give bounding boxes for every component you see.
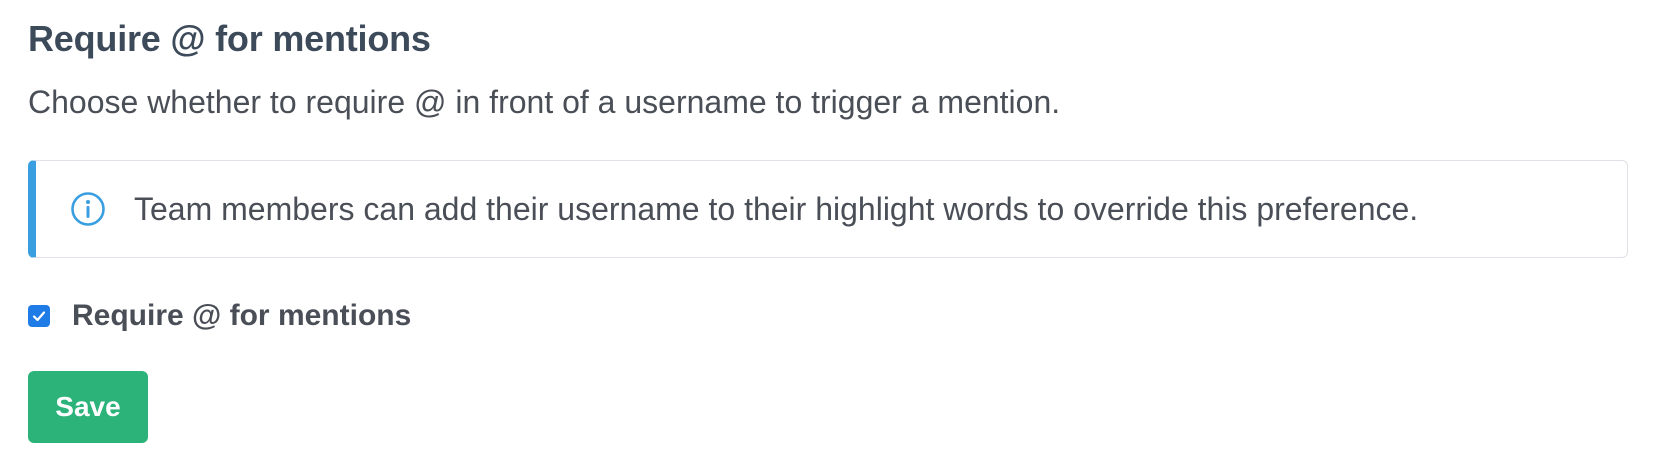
info-banner: Team members can add their username to t… <box>28 160 1628 258</box>
info-circle-icon <box>70 191 106 227</box>
checkmark-icon <box>32 311 46 322</box>
require-at-option[interactable]: Require @ for mentions <box>28 296 411 336</box>
save-button[interactable]: Save <box>28 371 148 443</box>
preference-section: Require @ for mentions Choose whether to… <box>0 0 1668 470</box>
require-at-checkbox[interactable] <box>28 305 50 327</box>
require-at-label[interactable]: Require @ for mentions <box>72 296 411 336</box>
info-banner-message: Team members can add their username to t… <box>134 191 1419 227</box>
section-title: Require @ for mentions <box>28 18 431 59</box>
section-description: Choose whether to require @ in front of … <box>28 84 1061 120</box>
